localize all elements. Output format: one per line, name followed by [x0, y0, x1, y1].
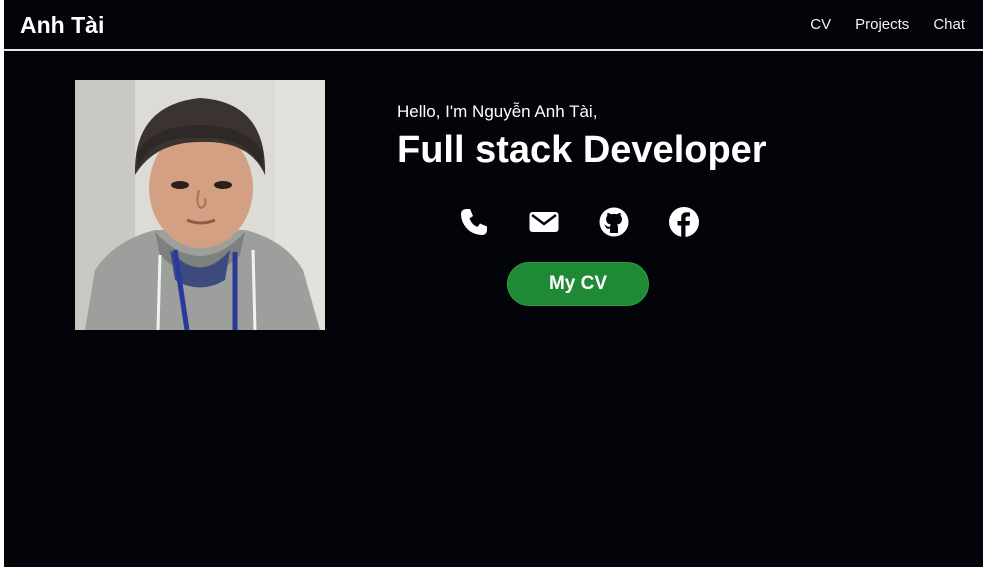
nav-links: CV Projects Chat [810, 15, 965, 35]
profile-photo-illustration [75, 80, 325, 330]
brand-name[interactable]: Anh Tài [20, 12, 104, 38]
social-links [457, 205, 701, 239]
role-title: Full stack Developer [397, 129, 767, 171]
email-link[interactable] [527, 205, 561, 239]
nav-link-cv[interactable]: CV [810, 15, 831, 35]
github-icon [599, 207, 629, 237]
top-navbar: Anh Tài CV Projects Chat [4, 0, 983, 51]
email-icon [529, 212, 559, 232]
my-cv-button[interactable]: My CV [507, 262, 649, 306]
github-link[interactable] [597, 205, 631, 239]
page: Anh Tài CV Projects Chat Hello, I'm Nguy… [4, 0, 983, 567]
phone-link[interactable] [457, 205, 491, 239]
profile-photo [75, 80, 325, 330]
nav-link-projects[interactable]: Projects [855, 15, 909, 35]
facebook-link[interactable] [667, 205, 701, 239]
greeting-text: Hello, I'm Nguyễn Anh Tài, [397, 102, 598, 121]
phone-icon [461, 209, 487, 235]
facebook-icon [669, 207, 699, 237]
nav-link-chat[interactable]: Chat [933, 15, 965, 35]
hero-text: Hello, I'm Nguyễn Anh Tài, Full stack De… [397, 100, 767, 172]
